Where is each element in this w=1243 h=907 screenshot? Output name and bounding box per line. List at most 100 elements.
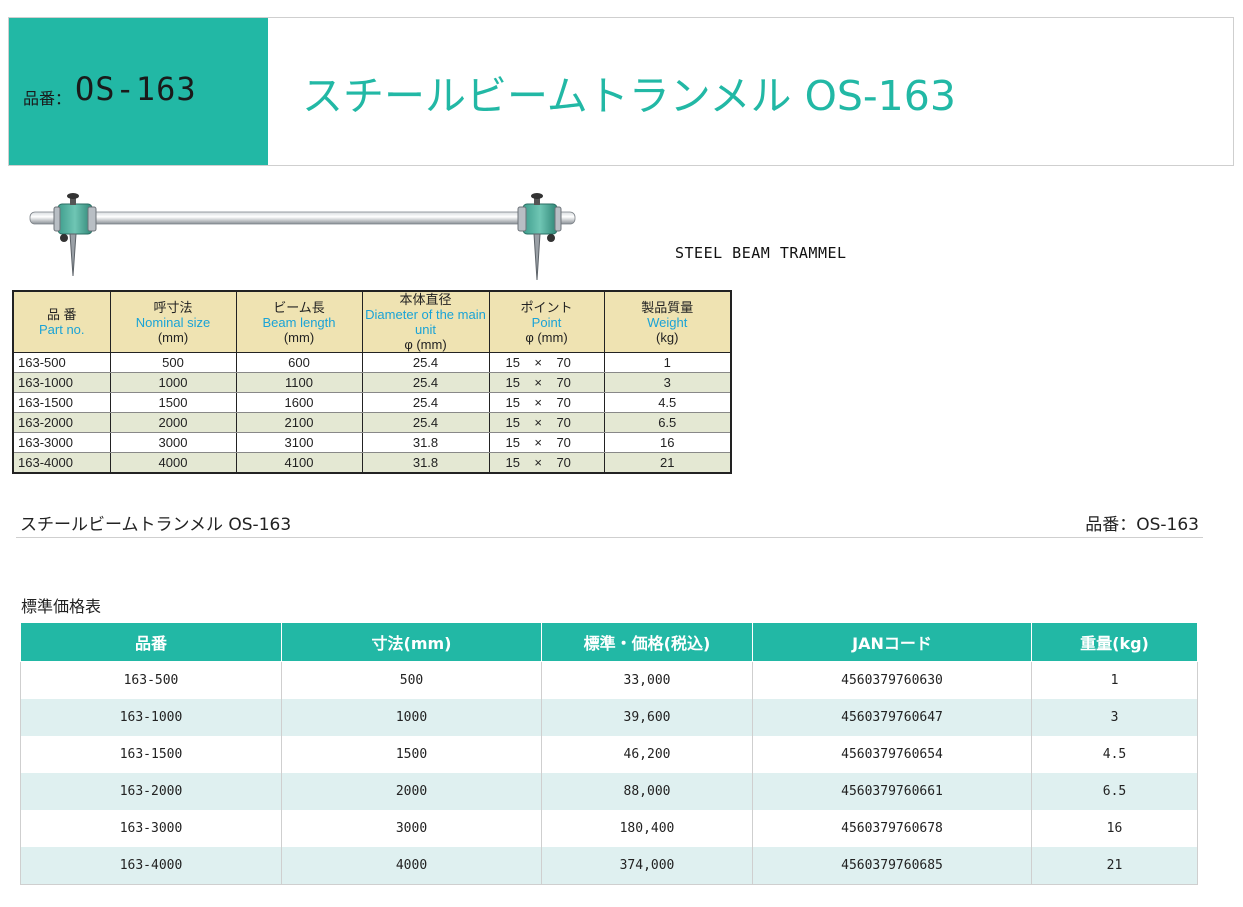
header-en: Part no. <box>38 322 85 337</box>
spec-cell: 16 <box>603 432 732 453</box>
price-table: 品番 寸法(mm) 標準・価格(税込) JANコード 重量(kg) 163-50… <box>20 622 1198 885</box>
spec-cell: 1000 <box>109 372 237 393</box>
price-row: 163-1500 1500 46,200 4560379760654 4.5 <box>20 736 1198 773</box>
price-cell: 163-1500 <box>20 736 282 773</box>
header-en: Nominal size <box>135 314 211 330</box>
price-cell: 2000 <box>281 773 542 810</box>
spec-cell: 163-2000 <box>12 412 111 433</box>
spec-row: 163-1000 1000 1100 25.4 15 × 70 3 <box>12 372 732 393</box>
price-row: 163-4000 4000 374,000 4560379760685 21 <box>20 847 1198 885</box>
spec-cell: 163-3000 <box>12 432 111 453</box>
header-ja: 呼寸法 <box>153 299 193 315</box>
price-header-price: 標準・価格(税込) <box>541 622 753 662</box>
spec-cell: 500 <box>109 352 237 373</box>
price-header-size: 寸法(mm) <box>281 622 542 662</box>
header-unit: φ (mm) <box>404 337 447 352</box>
header-en: Diameter of the main unit <box>365 307 486 337</box>
product-code-box: 品番： OS-163 <box>9 18 268 165</box>
spec-cell: 163-1000 <box>12 372 111 393</box>
price-cell: 163-2000 <box>20 773 282 810</box>
spec-cell: 1 <box>603 352 732 373</box>
spec-cell: 6.5 <box>603 412 732 433</box>
price-cell: 4560379760654 <box>752 736 1032 773</box>
header-ja: ビーム長 <box>273 299 325 315</box>
spec-cell: 31.8 <box>361 452 490 474</box>
price-cell: 1500 <box>281 736 542 773</box>
price-header-part-no: 品番 <box>20 622 282 662</box>
spec-table: 品 番 Part no. 呼寸法 Nominal size (mm) ビーム長 … <box>12 290 732 474</box>
price-cell: 4.5 <box>1031 736 1198 773</box>
price-cell: 4000 <box>281 847 542 885</box>
spec-cell: 21 <box>603 452 732 474</box>
price-header-weight: 重量(kg) <box>1031 622 1198 662</box>
price-cell: 163-1000 <box>20 699 282 736</box>
price-cell: 4560379760630 <box>752 661 1032 699</box>
price-cell: 6.5 <box>1031 773 1198 810</box>
price-cell: 374,000 <box>541 847 753 885</box>
spec-cell: 1100 <box>235 372 363 393</box>
spec-header-part-no: 品 番 Part no. <box>12 290 111 353</box>
price-cell: 3000 <box>281 810 542 847</box>
spec-cell: 2000 <box>109 412 237 433</box>
spec-cell: 25.4 <box>361 372 490 393</box>
spec-cell: 15 × 70 <box>488 392 605 413</box>
spec-cell: 31.8 <box>361 432 490 453</box>
spec-cell: 3000 <box>109 432 237 453</box>
spec-header-diameter: 本体直径 Diameter of the main unit φ (mm) <box>361 290 490 353</box>
spec-cell: 15 × 70 <box>488 412 605 433</box>
spec-cell: 15 × 70 <box>488 452 605 474</box>
spec-cell: 163-500 <box>12 352 111 373</box>
spec-cell: 600 <box>235 352 363 373</box>
price-cell: 500 <box>281 661 542 699</box>
spec-row: 163-500 500 600 25.4 15 × 70 1 <box>12 352 732 373</box>
spec-cell: 1600 <box>235 392 363 413</box>
header-unit: (mm) <box>283 329 315 345</box>
product-code-label: 品番： <box>23 89 72 108</box>
price-row: 163-1000 1000 39,600 4560379760647 3 <box>20 699 1198 736</box>
product-code-value: OS-163 <box>75 70 197 108</box>
spec-cell: 4.5 <box>603 392 732 413</box>
spec-row: 163-1500 1500 1600 25.4 15 × 70 4.5 <box>12 392 732 413</box>
spec-cell: 15 × 70 <box>488 432 605 453</box>
price-header-jan: JANコード <box>752 622 1032 662</box>
header-unit: (kg) <box>656 329 679 345</box>
spec-cell: 3 <box>603 372 732 393</box>
spec-cell: 25.4 <box>361 352 490 373</box>
price-cell: 46,200 <box>541 736 753 773</box>
spec-header-row: 品 番 Part no. 呼寸法 Nominal size (mm) ビーム長 … <box>12 290 732 353</box>
spec-row: 163-4000 4000 4100 31.8 15 × 70 21 <box>12 452 732 474</box>
spec-cell: 2100 <box>235 412 363 433</box>
price-cell: 88,000 <box>541 773 753 810</box>
spec-header-point: ポイント Point φ (mm) <box>488 290 605 353</box>
price-cell: 4560379760647 <box>752 699 1032 736</box>
spec-cell: 3100 <box>235 432 363 453</box>
spec-cell: 4100 <box>235 452 363 474</box>
header-ja: ポイント <box>520 299 573 315</box>
price-cell: 1 <box>1031 661 1198 699</box>
header-en: Weight <box>647 314 688 330</box>
english-product-name: STEEL BEAM TRAMMEL <box>675 244 847 262</box>
price-cell: 4560379760661 <box>752 773 1032 810</box>
section-title: スチールビームトランメル OS-163 <box>20 515 292 535</box>
section-divider <box>16 537 1203 538</box>
spec-cell: 15 × 70 <box>488 372 605 393</box>
spec-cell: 163-4000 <box>12 452 111 474</box>
price-row: 163-3000 3000 180,400 4560379760678 16 <box>20 810 1198 847</box>
product-image <box>29 193 576 281</box>
price-cell: 3 <box>1031 699 1198 736</box>
page-title: スチールビームトランメル OS-163 <box>302 72 956 120</box>
price-cell: 4560379760685 <box>752 847 1032 885</box>
header-unit: φ (mm) <box>525 329 568 345</box>
spec-header-weight: 製品質量 Weight (kg) <box>603 290 732 353</box>
spec-row: 163-3000 3000 3100 31.8 15 × 70 16 <box>12 432 732 453</box>
spec-row: 163-2000 2000 2100 25.4 15 × 70 6.5 <box>12 412 732 433</box>
header-en: Point <box>531 314 562 330</box>
header-ja: 品 番 <box>46 307 77 322</box>
price-table-heading: 標準価格表 <box>21 597 102 616</box>
header-en: Beam length <box>262 314 336 330</box>
price-header-row: 品番 寸法(mm) 標準・価格(税込) JANコード 重量(kg) <box>20 622 1198 662</box>
spec-cell: 25.4 <box>361 392 490 413</box>
spec-header-nominal-size: 呼寸法 Nominal size (mm) <box>109 290 237 353</box>
spec-cell: 4000 <box>109 452 237 474</box>
spec-cell: 15 × 70 <box>488 352 605 373</box>
